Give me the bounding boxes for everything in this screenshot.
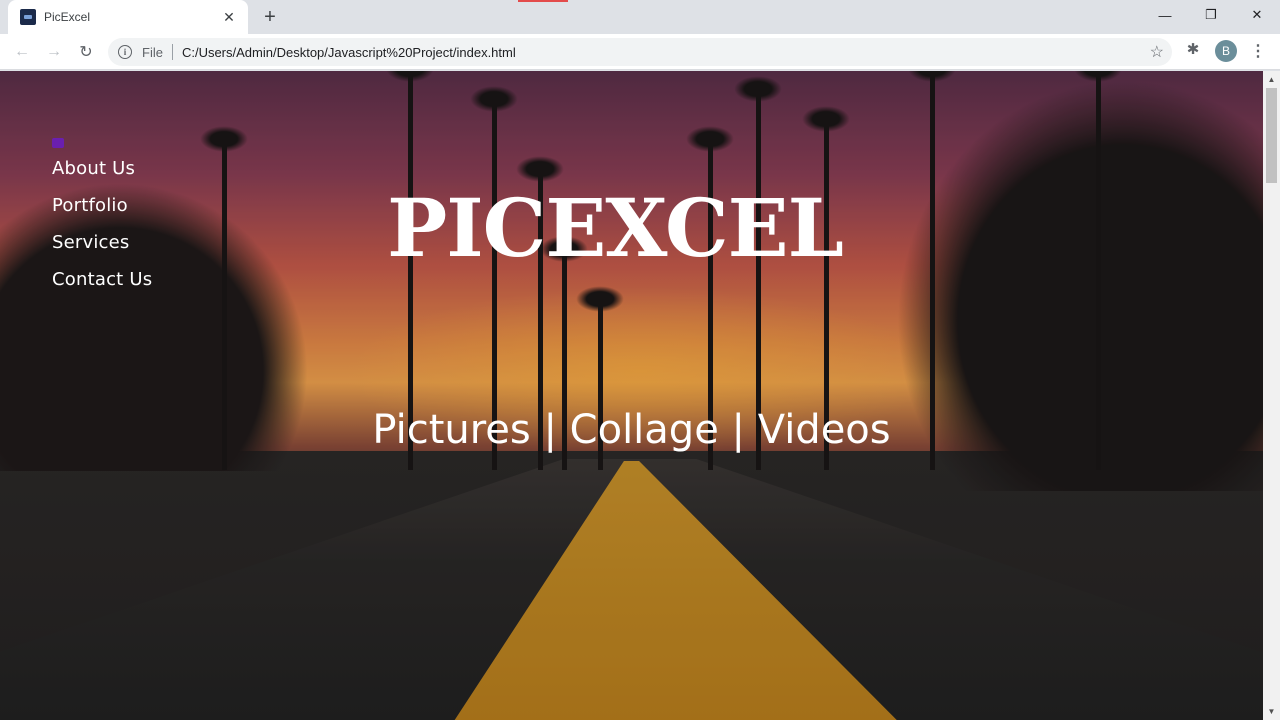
tab-close-icon[interactable]: ✕ [220, 8, 238, 26]
minimize-icon[interactable]: — [1142, 0, 1188, 30]
star-icon[interactable]: ☆ [1150, 42, 1164, 62]
window-close-icon[interactable]: ✕ [1234, 0, 1280, 30]
window-controls: — ❐ ✕ [1142, 0, 1280, 30]
url-text[interactable]: C:/Users/Admin/Desktop/Javascript%20Proj… [182, 45, 516, 60]
menu-toggle-icon[interactable] [52, 138, 64, 148]
profile-avatar[interactable]: B [1215, 40, 1237, 62]
address-bar[interactable]: i File C:/Users/Admin/Desktop/Javascript… [108, 38, 1172, 66]
puzzle-extension-icon[interactable]: ✱ [1184, 40, 1202, 58]
back-arrow-icon[interactable]: ← [10, 40, 34, 64]
tab-title: PicExcel [44, 10, 91, 24]
site-brand-title: PICEXCEL [387, 181, 844, 275]
browser-toolbar: ← → ↻ i File C:/Users/Admin/Desktop/Java… [0, 34, 1280, 70]
tab-strip: PicExcel ✕ + — ❐ ✕ [0, 0, 1280, 34]
vertical-scrollbar[interactable]: ▲ ▼ [1263, 71, 1280, 720]
reload-icon[interactable]: ↻ [74, 40, 98, 64]
scroll-down-arrow-icon[interactable]: ▼ [1263, 703, 1280, 720]
divider [171, 44, 173, 60]
scrollbar-thumb[interactable] [1266, 88, 1277, 183]
scroll-up-arrow-icon[interactable]: ▲ [1263, 71, 1280, 88]
restore-icon[interactable]: ❐ [1188, 0, 1234, 30]
new-tab-plus-icon[interactable]: + [258, 5, 282, 29]
site-tagline: Pictures | Collage | Videos [372, 407, 891, 453]
info-icon[interactable]: i [118, 45, 132, 59]
browser-tab[interactable]: PicExcel ✕ [8, 0, 248, 34]
forward-arrow-icon[interactable]: → [42, 40, 66, 64]
image-overlay [0, 71, 1263, 720]
scheme-label: File [142, 44, 163, 60]
kebab-menu-icon[interactable]: ⋮ [1250, 40, 1266, 62]
recording-indicator [518, 0, 568, 2]
nav-link-about-us[interactable]: About Us [52, 158, 152, 179]
page-viewport: About Us Portfolio Services Contact Us P… [0, 71, 1263, 720]
favicon-icon [20, 9, 36, 25]
